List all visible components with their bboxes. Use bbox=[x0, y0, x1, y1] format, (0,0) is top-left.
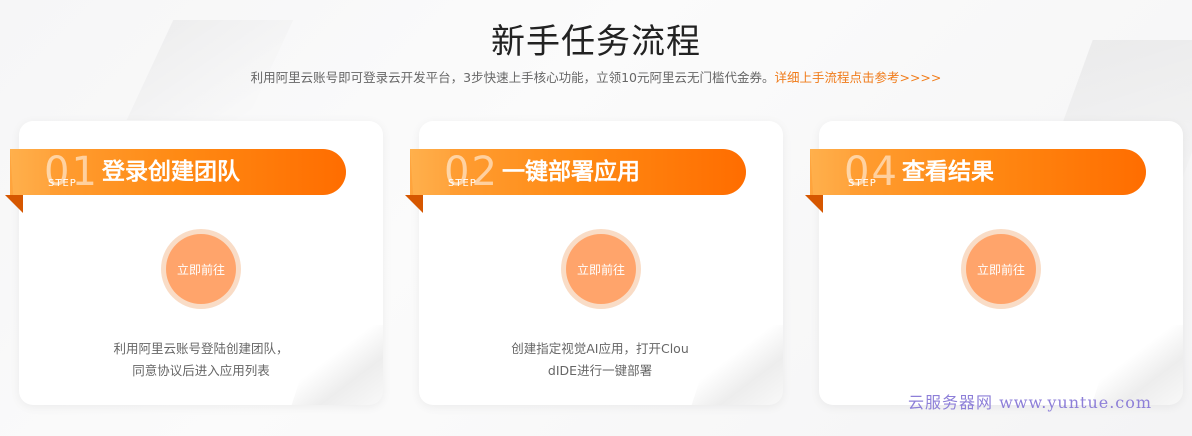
guide-link[interactable]: 详细上手流程点击参考>>>> bbox=[774, 70, 941, 85]
step-description-2: 创建指定视觉AI应用，打开Clou dIDE进行一键部署 bbox=[470, 338, 730, 382]
go-button-step-2[interactable]: 立即前往 bbox=[561, 229, 641, 309]
step-label: STEP bbox=[48, 178, 77, 189]
step-ribbon-2: 02 STEP 一键部署应用 bbox=[410, 149, 746, 195]
step-ribbon-1: 01 STEP 登录创建团队 bbox=[10, 149, 346, 195]
step-label: STEP bbox=[448, 178, 477, 189]
page-title: 新手任务流程 bbox=[491, 22, 701, 62]
go-button-step-1[interactable]: 立即前往 bbox=[161, 229, 241, 309]
step-description-1: 利用阿里云账号登陆创建团队， 同意协议后进入应用列表 bbox=[71, 338, 331, 382]
step-ribbon-3: 04 STEP 查看结果 bbox=[810, 149, 1146, 195]
ribbon-fold bbox=[5, 195, 23, 213]
go-button-label: 立即前往 bbox=[966, 234, 1036, 304]
step-title: 查看结果 bbox=[902, 159, 994, 185]
description-line: 利用阿里云账号登陆创建团队， bbox=[113, 341, 289, 356]
step-label: STEP bbox=[848, 178, 877, 189]
subtitle-text: 利用阿里云账号即可登录云开发平台，3步快速上手核心功能，立领10元阿里云无门槛代… bbox=[250, 70, 775, 85]
step-title: 一键部署应用 bbox=[502, 159, 640, 185]
watermark: 云服务器网 www.yuntue.com bbox=[908, 393, 1153, 412]
go-button-step-3[interactable]: 立即前往 bbox=[961, 229, 1041, 309]
ribbon-fold bbox=[805, 195, 823, 213]
page-subtitle: 利用阿里云账号即可登录云开发平台，3步快速上手核心功能，立领10元阿里云无门槛代… bbox=[0, 67, 1192, 86]
step-title: 登录创建团队 bbox=[102, 159, 240, 185]
description-line: dIDE进行一键部署 bbox=[547, 363, 653, 378]
ribbon-fold bbox=[405, 195, 423, 213]
description-line: 同意协议后进入应用列表 bbox=[132, 363, 270, 378]
go-button-label: 立即前往 bbox=[566, 234, 636, 304]
description-line: 创建指定视觉AI应用，打开Clou bbox=[511, 341, 689, 356]
go-button-label: 立即前往 bbox=[166, 234, 236, 304]
